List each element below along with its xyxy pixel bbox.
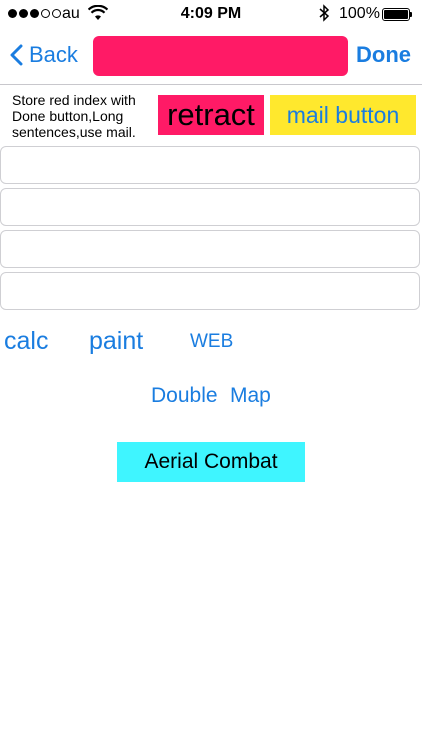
chevron-left-icon	[10, 44, 23, 66]
aerial-combat-button[interactable]: Aerial Combat	[117, 442, 305, 482]
text-field-4[interactable]	[0, 272, 420, 310]
status-bar: au 4:09 PM 100%	[0, 0, 422, 30]
back-label: Back	[29, 42, 78, 67]
calc-button[interactable]: calc	[4, 327, 48, 356]
paint-button[interactable]: paint	[89, 327, 143, 356]
back-button[interactable]: Back	[10, 42, 78, 68]
navigation-bar: Back Done	[0, 30, 422, 85]
title-field[interactable]	[93, 36, 348, 76]
battery-icon	[382, 8, 410, 21]
mail-button[interactable]: mail button	[270, 95, 416, 135]
instruction-text: Store red index with Done button,Long se…	[12, 92, 136, 140]
bluetooth-icon	[318, 4, 330, 27]
text-field-2[interactable]	[0, 188, 420, 226]
retract-button[interactable]: retract	[158, 95, 264, 135]
double-button[interactable]: Double	[151, 384, 218, 408]
battery-percentage: 100%	[339, 5, 380, 22]
web-button[interactable]: WEB	[190, 331, 233, 353]
text-field-3[interactable]	[0, 230, 420, 268]
done-button[interactable]: Done	[356, 42, 411, 68]
map-button[interactable]: Map	[230, 384, 271, 408]
text-field-1[interactable]	[0, 146, 420, 184]
battery-cap	[410, 12, 412, 17]
